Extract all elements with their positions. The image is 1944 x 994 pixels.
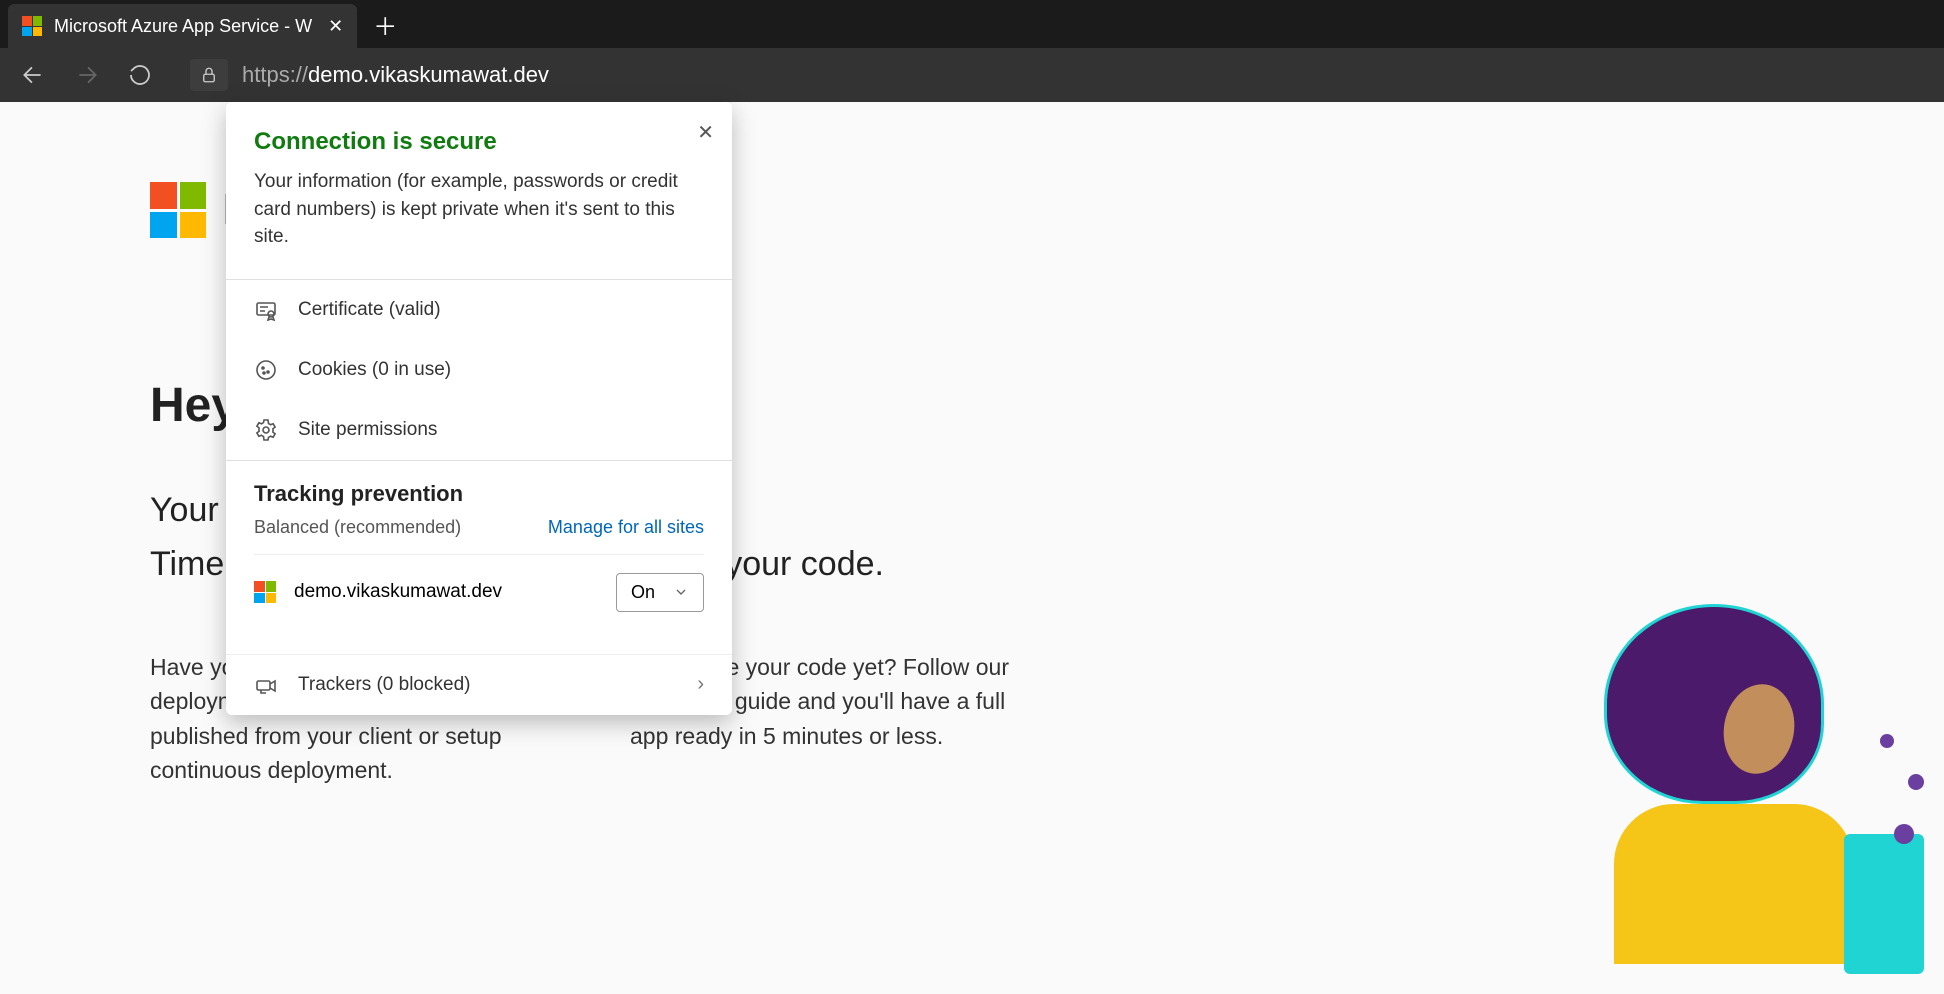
new-tab-button[interactable]: ＋ xyxy=(373,7,397,42)
forward-button[interactable] xyxy=(74,62,100,88)
url-text: https://demo.vikaskumawat.dev xyxy=(242,62,549,88)
browser-toolbar: https://demo.vikaskumawat.dev xyxy=(0,48,1944,102)
chevron-right-icon: › xyxy=(697,673,704,696)
close-popup-icon[interactable]: ✕ xyxy=(697,120,714,145)
tracking-mode: Balanced (recommended) xyxy=(254,517,461,538)
gear-icon xyxy=(254,418,280,442)
certificate-row[interactable]: Certificate (valid) xyxy=(226,280,732,340)
site-info-popup: ✕ Connection is secure Your information … xyxy=(226,102,732,715)
browser-tab[interactable]: Microsoft Azure App Service - W ✕ xyxy=(8,4,357,48)
site-favicon xyxy=(254,581,276,603)
cookies-row[interactable]: Cookies (0 in use) xyxy=(226,340,732,400)
certificate-icon xyxy=(254,298,280,322)
connection-secure-description: Your information (for example, passwords… xyxy=(254,168,704,251)
connection-secure-title: Connection is secure xyxy=(254,128,704,156)
tracking-toggle-select[interactable]: On xyxy=(616,573,704,612)
tab-title: Microsoft Azure App Service - W xyxy=(54,16,312,37)
tracking-toggle-value: On xyxy=(631,582,655,603)
tab-strip: Microsoft Azure App Service - W ✕ ＋ xyxy=(0,0,1944,48)
tracking-prevention-heading: Tracking prevention xyxy=(254,481,704,507)
lock-icon[interactable] xyxy=(190,59,228,91)
certificate-label: Certificate (valid) xyxy=(298,299,441,321)
permissions-row[interactable]: Site permissions xyxy=(226,400,732,460)
cookie-icon xyxy=(254,358,280,382)
permissions-label: Site permissions xyxy=(298,419,437,441)
camera-icon xyxy=(254,673,280,697)
back-button[interactable] xyxy=(20,62,46,88)
trackers-label: Trackers (0 blocked) xyxy=(298,674,470,696)
close-tab-icon[interactable]: ✕ xyxy=(328,16,343,37)
manage-all-sites-link[interactable]: Manage for all sites xyxy=(548,517,704,538)
illustration-person xyxy=(1544,574,1944,994)
cookies-label: Cookies (0 in use) xyxy=(298,359,451,381)
address-bar[interactable]: https://demo.vikaskumawat.dev xyxy=(190,59,1924,91)
tab-favicon xyxy=(22,16,42,36)
chevron-down-icon xyxy=(673,584,689,600)
tracking-site-host: demo.vikaskumawat.dev xyxy=(294,581,502,603)
tracking-site-row: demo.vikaskumawat.dev On xyxy=(254,555,704,630)
microsoft-logo xyxy=(150,182,206,238)
refresh-button[interactable] xyxy=(128,63,152,87)
trackers-row[interactable]: Trackers (0 blocked) › xyxy=(226,654,732,715)
